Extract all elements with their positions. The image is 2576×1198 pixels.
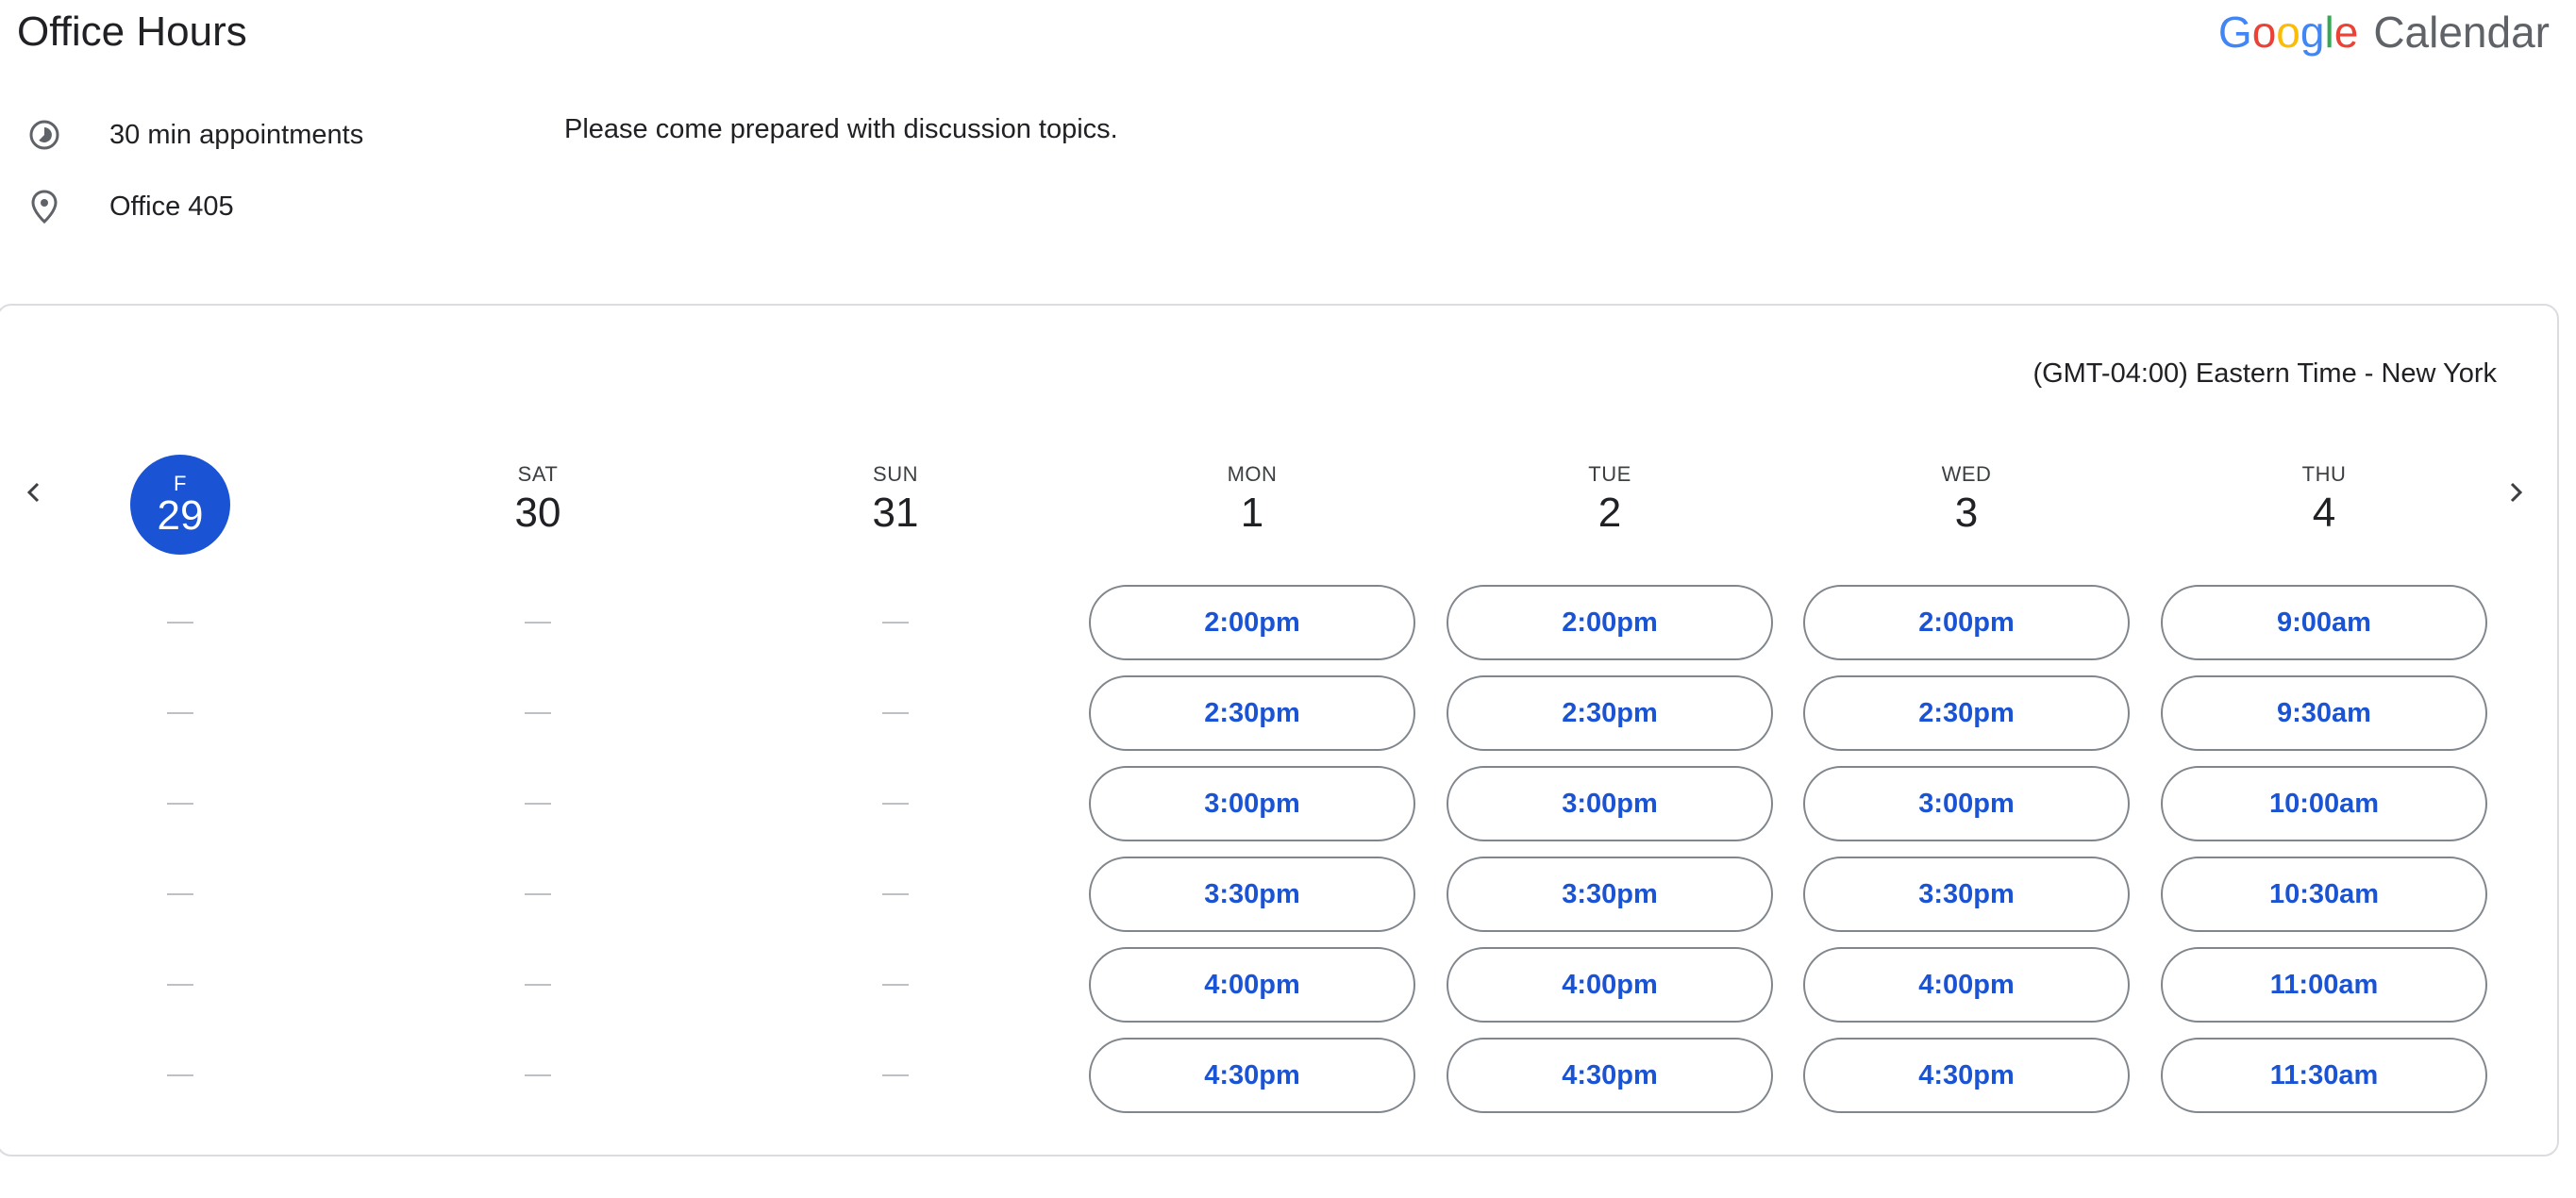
day-column: WED 3 2:00pm 2:30pm 3:00pm 3:30pm 4:00pm 4:30pm: [1803, 457, 2130, 1128]
no-availability-dash: [17, 675, 343, 751]
day-header: TUE 2: [1447, 457, 1773, 566]
slot-list: 2:00pm 2:30pm 3:00pm 3:30pm 4:00pm 4:30pm: [1089, 585, 1415, 1113]
no-availability-dash: [732, 585, 1059, 660]
day-number: 1: [1240, 490, 1264, 536]
no-availability-dash: [732, 675, 1059, 751]
day-number: 2: [1597, 490, 1622, 536]
time-slot-button[interactable]: 4:30pm: [1803, 1038, 2130, 1113]
day-header: SAT 30: [375, 457, 701, 566]
slot-list: 2:00pm 2:30pm 3:00pm 3:30pm 4:00pm 4:30pm: [1447, 585, 1773, 1113]
day-of-week: MON: [1227, 462, 1278, 486]
time-slot-button[interactable]: 3:30pm: [1447, 857, 1773, 932]
slot-list: 2:00pm 2:30pm 3:00pm 3:30pm 4:00pm 4:30pm: [1803, 585, 2130, 1113]
clock-pie-icon: [26, 117, 62, 153]
page-title: Office Hours: [17, 8, 247, 55]
day-of-week: SUN: [873, 462, 918, 486]
slot-list: [375, 585, 701, 1113]
no-availability-dash: [375, 675, 701, 751]
no-availability-dash: [375, 585, 701, 660]
time-slot-button[interactable]: 4:00pm: [1447, 947, 1773, 1023]
time-slot-button[interactable]: 2:30pm: [1447, 675, 1773, 751]
day-header: WED 3: [1803, 457, 2130, 566]
no-availability-dash: [17, 766, 343, 841]
day-header: MON 1: [1089, 457, 1415, 566]
logo-letter: g: [2300, 8, 2325, 57]
no-availability-dash: [375, 947, 701, 1023]
day-column: SUN 31: [732, 457, 1059, 1128]
no-availability-dash: [732, 857, 1059, 932]
day-column: THU 4 9:00am 9:30am 10:00am 10:30am 11:00am 11:…: [2161, 457, 2487, 1128]
day-header: SUN 31: [732, 457, 1059, 566]
location-text: Office 405: [109, 191, 234, 222]
day-header: THU 4: [2161, 457, 2487, 566]
day-column: SAT 30: [375, 457, 701, 1128]
duration-row: 30 min appointments: [26, 112, 363, 158]
day-column: F 29: [17, 455, 343, 1128]
time-slot-button[interactable]: 4:30pm: [1447, 1038, 1773, 1113]
slot-list: [17, 585, 343, 1113]
time-slot-button[interactable]: 10:30am: [2161, 857, 2487, 932]
duration-text: 30 min appointments: [109, 119, 364, 150]
slot-list: 9:00am 9:30am 10:00am 10:30am 11:00am 11:30am: [2161, 585, 2487, 1113]
time-slot-button[interactable]: 2:30pm: [1089, 675, 1415, 751]
day-of-week: SAT: [517, 462, 559, 486]
next-week-button[interactable]: [2489, 466, 2542, 519]
no-availability-dash: [17, 1038, 343, 1113]
time-slot-button[interactable]: 2:30pm: [1803, 675, 2130, 751]
time-slot-button[interactable]: 9:30am: [2161, 675, 2487, 751]
logo-letter: e: [2333, 8, 2359, 57]
time-slot-button[interactable]: 4:00pm: [1089, 947, 1415, 1023]
time-slot-button[interactable]: 2:00pm: [1447, 585, 1773, 660]
time-slot-button[interactable]: 11:00am: [2161, 947, 2487, 1023]
availability-card: (GMT-04:00) Eastern Time - New York F 29 S…: [0, 304, 2559, 1156]
timezone-label[interactable]: (GMT-04:00) Eastern Time - New York: [2032, 358, 2497, 390]
day-of-week: THU: [2301, 462, 2347, 486]
day-column: TUE 2 2:00pm 2:30pm 3:00pm 3:30pm 4:00pm 4:30pm: [1447, 457, 1773, 1128]
no-availability-dash: [375, 1038, 701, 1113]
day-column: MON 1 2:00pm 2:30pm 3:00pm 3:30pm 4:00pm 4:30pm: [1089, 457, 1415, 1128]
logo-letter: l: [2324, 8, 2334, 57]
no-availability-dash: [17, 947, 343, 1023]
logo-letter: o: [2251, 8, 2277, 57]
time-slot-button[interactable]: 10:00am: [2161, 766, 2487, 841]
slot-list: [732, 585, 1059, 1113]
time-slot-button[interactable]: 2:00pm: [1803, 585, 2130, 660]
day-of-week: TUE: [1588, 462, 1631, 486]
no-availability-dash: [732, 947, 1059, 1023]
time-slot-button[interactable]: 3:30pm: [1803, 857, 2130, 932]
map-pin-icon: [26, 189, 62, 225]
no-availability-dash: [17, 857, 343, 932]
time-slot-button[interactable]: 3:00pm: [1089, 766, 1415, 841]
time-slot-button[interactable]: 11:30am: [2161, 1038, 2487, 1113]
today-indicator[interactable]: F 29: [130, 455, 230, 555]
day-number: 30: [514, 490, 561, 536]
logo-letter: G: [2217, 8, 2252, 57]
day-number: 31: [872, 490, 919, 536]
chevron-right-icon: [2510, 482, 2523, 503]
time-slot-button[interactable]: 4:00pm: [1803, 947, 2130, 1023]
day-number: 3: [1954, 490, 1979, 536]
day-header[interactable]: F 29: [17, 455, 343, 566]
no-availability-dash: [17, 585, 343, 660]
day-number: 29: [157, 492, 204, 539]
time-slot-button[interactable]: 2:00pm: [1089, 585, 1415, 660]
booking-page: Office Hours Google Calendar 30 min appo…: [0, 0, 2576, 1198]
no-availability-dash: [375, 857, 701, 932]
no-availability-dash: [375, 766, 701, 841]
day-number: 4: [2312, 490, 2336, 536]
no-availability-dash: [732, 766, 1059, 841]
day-of-week: WED: [1941, 462, 1992, 486]
time-slot-button[interactable]: 9:00am: [2161, 585, 2487, 660]
no-availability-dash: [732, 1038, 1059, 1113]
time-slot-button[interactable]: 3:00pm: [1447, 766, 1773, 841]
time-slot-button[interactable]: 3:00pm: [1803, 766, 2130, 841]
time-slot-button[interactable]: 4:30pm: [1089, 1038, 1415, 1113]
description-text: Please come prepared with discussion top…: [564, 114, 1118, 144]
time-slot-button[interactable]: 3:30pm: [1089, 857, 1415, 932]
google-calendar-logo: Google Calendar: [2218, 4, 2550, 60]
logo-product-name: Calendar: [2373, 8, 2550, 57]
logo-letter: o: [2276, 8, 2300, 57]
location-row: Office 405: [26, 184, 234, 229]
